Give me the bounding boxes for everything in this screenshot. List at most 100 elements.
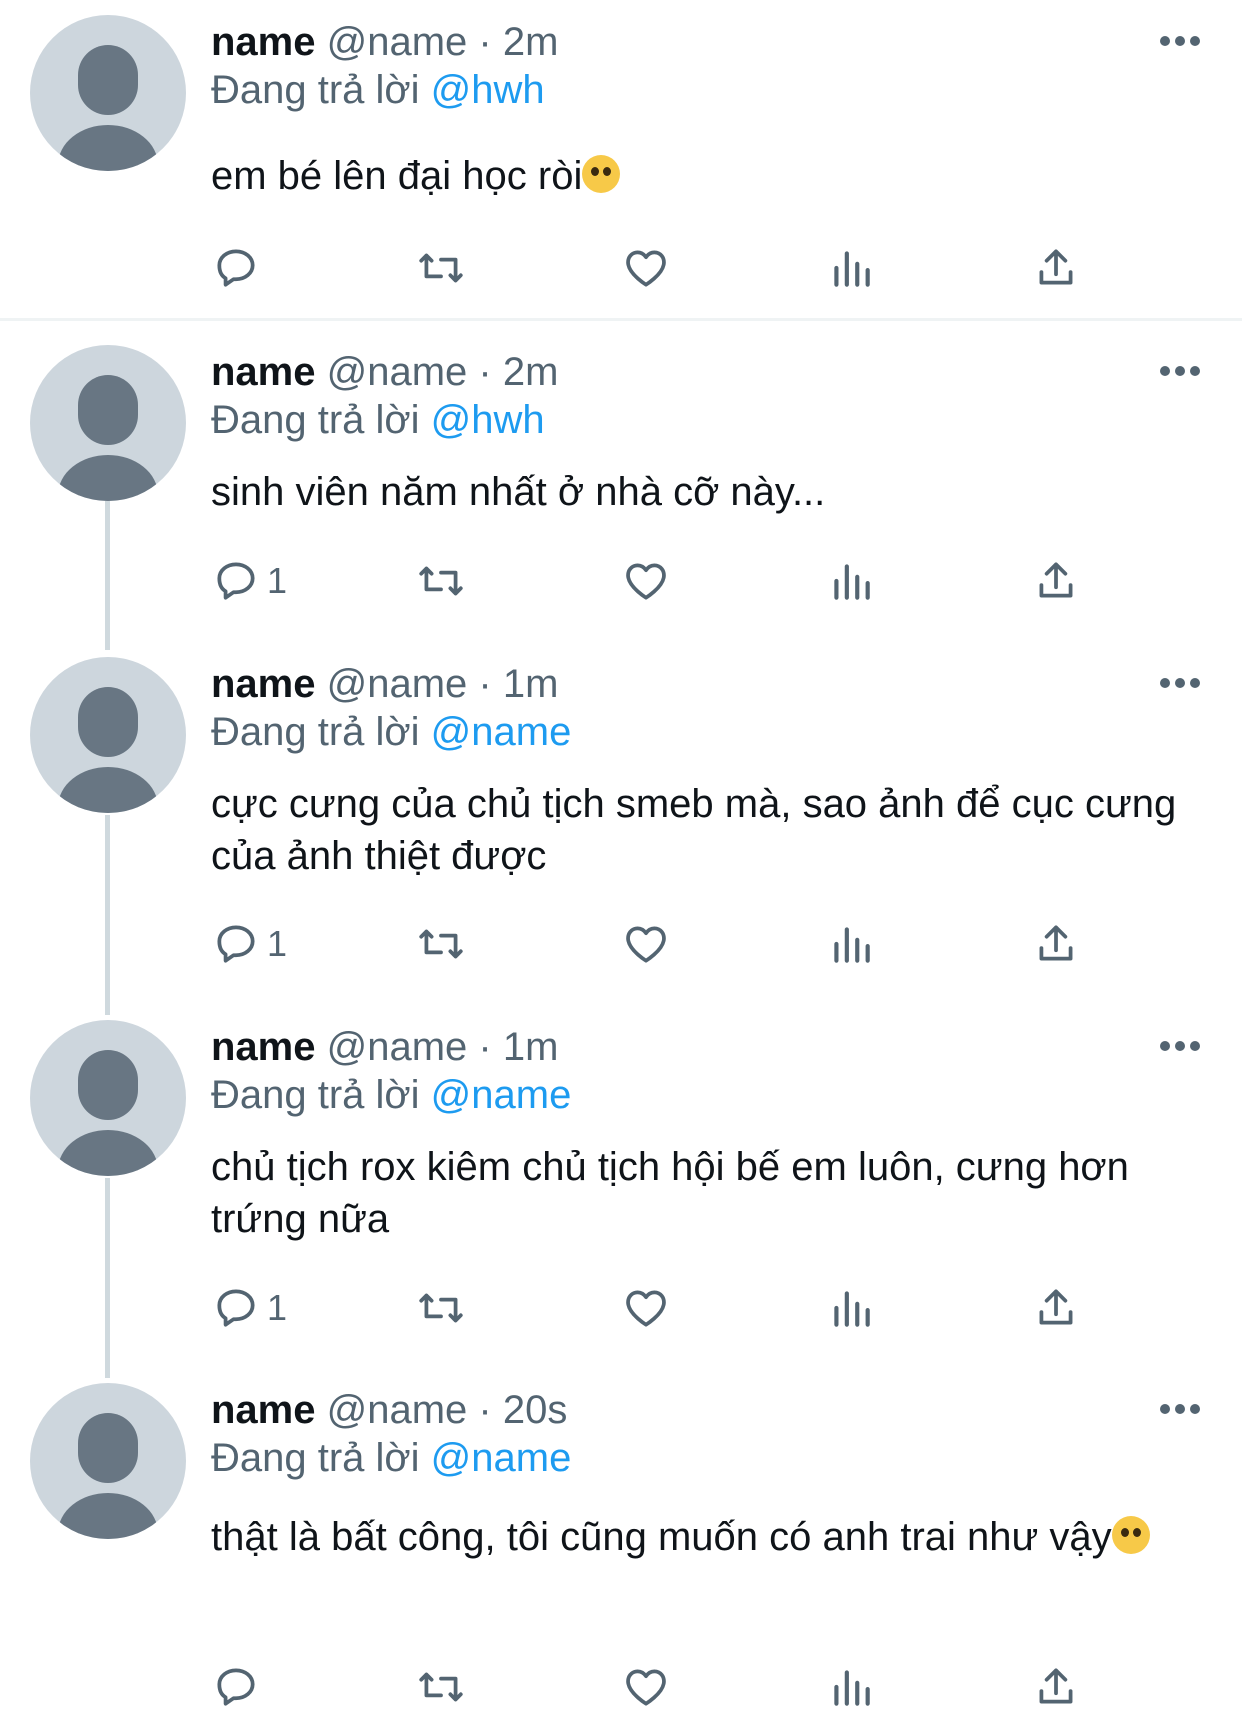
analytics-icon [834, 1291, 870, 1327]
timestamp[interactable]: 2m [503, 350, 559, 394]
avatar[interactable] [30, 15, 186, 171]
thread-line [105, 500, 110, 650]
reply-button[interactable]: 1 [211, 1282, 287, 1334]
reply-prefix: Đang trả lời [211, 398, 420, 442]
tweet-text: sinh viên năm nhất ở nhà cỡ này... [211, 470, 826, 514]
share-button[interactable] [1031, 1661, 1081, 1713]
tweet-header: name @name · 1m [211, 662, 559, 706]
share-button[interactable] [1031, 918, 1081, 970]
author-name[interactable]: name [211, 1025, 316, 1069]
tweet-header: name @name · 2m [211, 350, 559, 394]
share-icon [1039, 562, 1073, 598]
author-handle[interactable]: @name [327, 662, 468, 706]
loudly-crying-face-emoji [1111, 1516, 1150, 1554]
reply-icon [217, 925, 255, 963]
views-button[interactable] [826, 555, 876, 607]
thread-line [105, 1178, 110, 1378]
more-icon[interactable] [1158, 676, 1202, 690]
reply-button[interactable] [211, 242, 261, 294]
reply-context: Đang trả lời @hwh [211, 68, 545, 113]
reply-icon [217, 1668, 255, 1706]
analytics-icon [834, 1670, 870, 1706]
tweet-actions [211, 242, 1111, 294]
views-button[interactable] [826, 242, 876, 294]
more-icon[interactable] [1158, 1039, 1202, 1053]
share-icon [1039, 1668, 1073, 1704]
author-name[interactable]: name [211, 1388, 316, 1432]
tweet-actions: 1 [211, 1282, 1111, 1334]
reply-icon [217, 562, 255, 600]
like-button[interactable] [621, 1661, 671, 1713]
avatar[interactable] [30, 1020, 186, 1176]
reply-button[interactable] [211, 1661, 261, 1713]
avatar[interactable] [30, 1383, 186, 1539]
reply-prefix: Đang trả lời [211, 68, 420, 112]
timestamp[interactable]: 1m [503, 1025, 559, 1069]
reply-count: 1 [267, 1287, 288, 1328]
heart-icon [626, 1290, 666, 1327]
timestamp[interactable]: 2m [503, 20, 559, 64]
divider [0, 318, 1242, 321]
retweet-button[interactable] [416, 1282, 466, 1334]
analytics-icon [834, 564, 870, 600]
author-handle[interactable]: @name [327, 350, 468, 394]
share-icon [1039, 1289, 1073, 1325]
pleading-face-emoji [582, 155, 621, 193]
reply-mention[interactable]: @hwh [431, 68, 545, 112]
author-handle[interactable]: @name [327, 1388, 468, 1432]
share-icon [1039, 925, 1073, 961]
views-button[interactable] [826, 918, 876, 970]
reply-mention[interactable]: @name [431, 710, 572, 754]
tweet-actions: 1 [211, 555, 1111, 607]
tweet-text: thật là bất công, tôi cũng muốn có anh t… [211, 1504, 1201, 1570]
tweet-header: name @name · 20s [211, 1388, 568, 1432]
avatar[interactable] [30, 657, 186, 813]
more-icon[interactable] [1158, 1402, 1202, 1416]
share-button[interactable] [1031, 1282, 1081, 1334]
author-name[interactable]: name [211, 20, 316, 64]
like-button[interactable] [621, 1282, 671, 1334]
tweet-actions [211, 1661, 1111, 1713]
heart-icon [626, 563, 666, 600]
author-handle[interactable]: @name [327, 1025, 468, 1069]
reply-button[interactable]: 1 [211, 555, 287, 607]
reply-context: Đang trả lời @name [211, 1073, 571, 1118]
author-handle[interactable]: @name [327, 20, 468, 64]
tweet-header: name @name · 2m [211, 20, 559, 64]
like-button[interactable] [621, 918, 671, 970]
reply-count: 1 [267, 560, 288, 601]
timestamp[interactable]: 20s [503, 1388, 568, 1432]
analytics-icon [834, 251, 870, 287]
reply-mention[interactable]: @hwh [431, 398, 545, 442]
more-icon[interactable] [1158, 364, 1202, 378]
tweet-text: chủ tịch rox kiêm chủ tịch hội bế em luô… [211, 1145, 1129, 1241]
views-button[interactable] [826, 1282, 876, 1334]
retweet-icon [419, 1293, 463, 1323]
share-icon [1039, 249, 1073, 285]
share-button[interactable] [1031, 555, 1081, 607]
retweet-icon [419, 1672, 463, 1702]
retweet-button[interactable] [416, 1661, 466, 1713]
reply-mention[interactable]: @name [431, 1436, 572, 1480]
like-button[interactable] [621, 555, 671, 607]
timestamp[interactable]: 1m [503, 662, 559, 706]
share-button[interactable] [1031, 242, 1081, 294]
retweet-button[interactable] [416, 555, 466, 607]
heart-icon [626, 1669, 666, 1706]
views-button[interactable] [826, 1661, 876, 1713]
reply-button[interactable]: 1 [211, 918, 287, 970]
avatar[interactable] [30, 345, 186, 501]
retweet-icon [419, 566, 463, 596]
reply-prefix: Đang trả lời [211, 1073, 420, 1117]
more-icon[interactable] [1158, 34, 1202, 48]
reply-mention[interactable]: @name [431, 1073, 572, 1117]
reply-context: Đang trả lời @hwh [211, 398, 545, 443]
author-name[interactable]: name [211, 350, 316, 394]
retweet-button[interactable] [416, 242, 466, 294]
tweet-header: name @name · 1m [211, 1025, 559, 1069]
retweet-button[interactable] [416, 918, 466, 970]
like-button[interactable] [621, 242, 671, 294]
author-name[interactable]: name [211, 662, 316, 706]
retweet-icon [419, 929, 463, 959]
thread-line [105, 815, 110, 1015]
